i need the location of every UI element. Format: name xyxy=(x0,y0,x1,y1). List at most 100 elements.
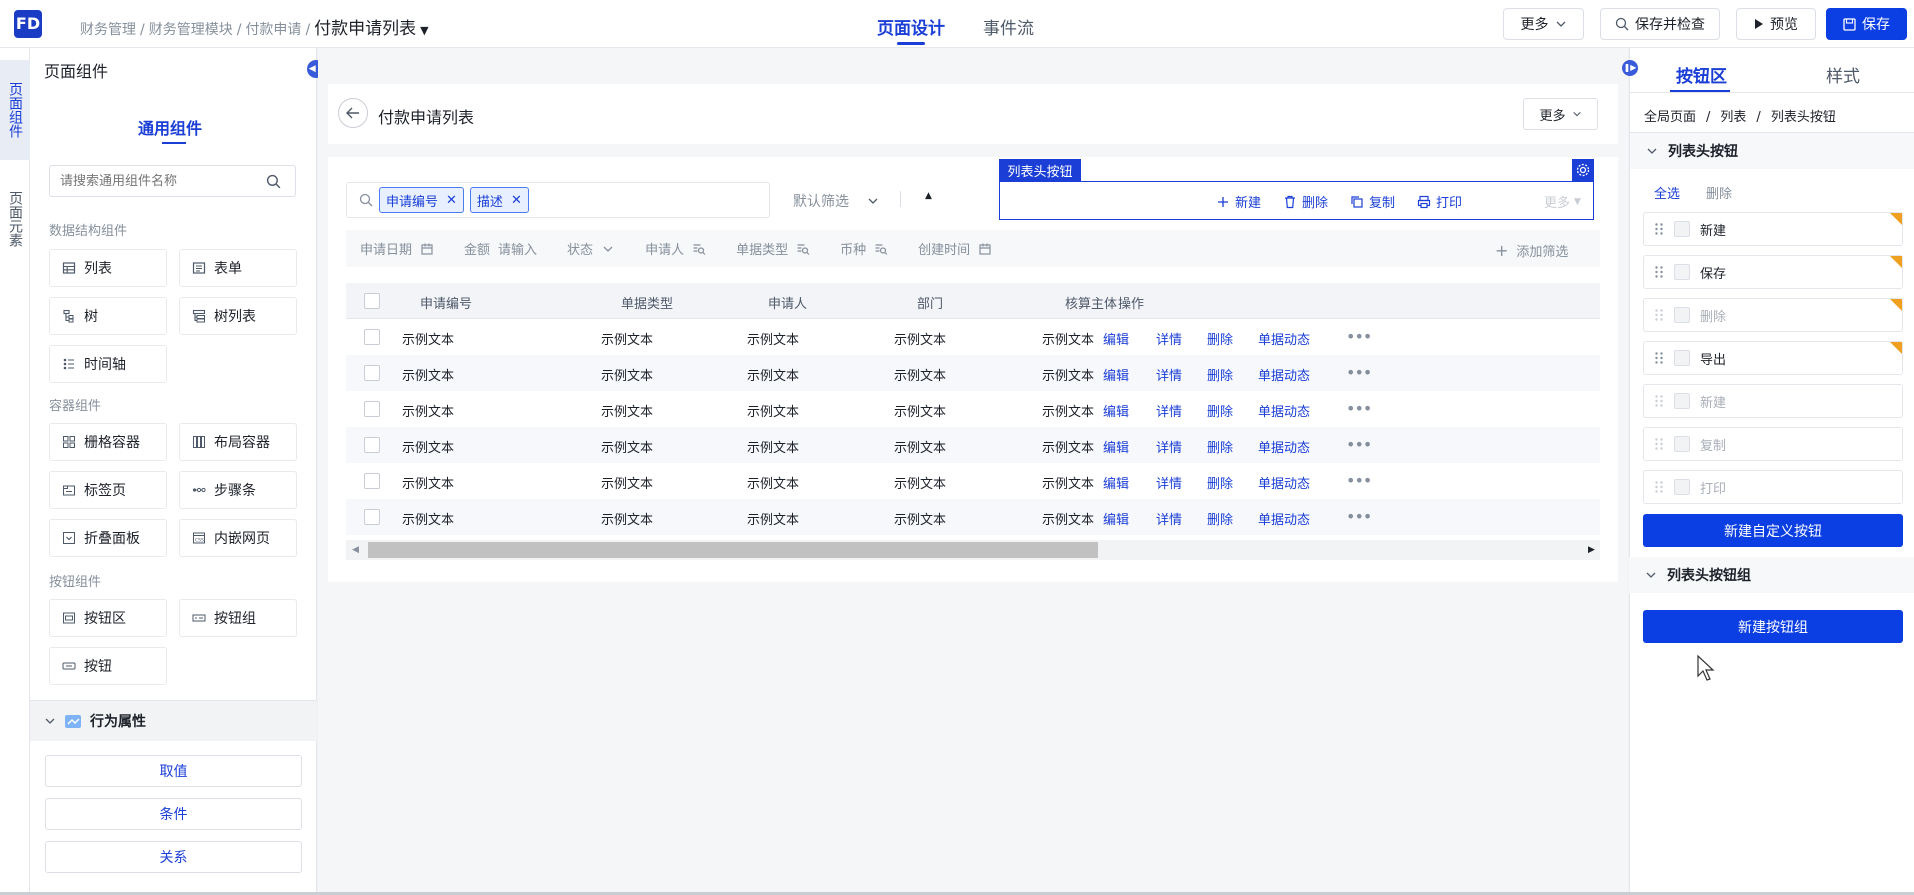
button-item[interactable]: 复制 xyxy=(1643,427,1903,461)
table-row[interactable]: 示例文本 示例文本 示例文本 示例文本 示例文本 编辑 详情 删除 单据动态 ••• xyxy=(346,463,1600,499)
drag-handle-icon[interactable] xyxy=(1654,394,1664,408)
row-checkbox[interactable] xyxy=(364,509,380,525)
behavior-section-header[interactable]: 行为属性 xyxy=(30,701,317,741)
default-filter-select[interactable]: 默认筛选 xyxy=(793,191,879,211)
row-action-link[interactable]: 删除 xyxy=(1207,509,1233,528)
condition-button[interactable]: 条件 xyxy=(45,798,302,830)
filter-field[interactable]: 创建时间 xyxy=(918,239,992,258)
drag-handle-icon[interactable] xyxy=(1654,351,1664,365)
component-collapse[interactable]: 折叠面板 xyxy=(49,519,167,557)
table-row[interactable]: 示例文本 示例文本 示例文本 示例文本 示例文本 编辑 详情 删除 单据动态 ••• xyxy=(346,427,1600,463)
breadcrumb-item[interactable]: 列表 xyxy=(1720,110,1746,125)
component-search-box[interactable] xyxy=(49,165,296,197)
tab-common-components[interactable]: 通用组件 xyxy=(138,115,202,139)
more-horizontal-icon[interactable]: ••• xyxy=(1346,435,1372,454)
button-item-checkbox[interactable] xyxy=(1674,350,1690,366)
close-icon[interactable]: ✕ xyxy=(511,193,522,208)
row-action-link[interactable]: 编辑 xyxy=(1103,329,1129,348)
row-action-link[interactable]: 详情 xyxy=(1156,437,1182,456)
row-action-link[interactable]: 编辑 xyxy=(1103,509,1129,528)
component-steps[interactable]: 步骤条 xyxy=(179,471,297,509)
component-tabs[interactable]: 标签页 xyxy=(49,471,167,509)
drag-handle-icon[interactable] xyxy=(1654,265,1664,279)
scrollbar-thumb[interactable] xyxy=(368,542,1098,558)
more-button[interactable]: 更多 xyxy=(1503,8,1584,40)
column-header[interactable]: 部门 xyxy=(917,293,943,312)
breadcrumb-item[interactable]: 财务管理模块 xyxy=(149,22,233,38)
column-header[interactable]: 申请编号 xyxy=(420,293,472,312)
button-item[interactable]: 保存 xyxy=(1643,255,1903,289)
row-checkbox[interactable] xyxy=(364,401,380,417)
button-item-checkbox[interactable] xyxy=(1674,479,1690,495)
row-checkbox[interactable] xyxy=(364,365,380,381)
row-action-link[interactable]: 详情 xyxy=(1156,365,1182,384)
row-checkbox[interactable] xyxy=(364,473,380,489)
drag-handle-icon[interactable] xyxy=(1654,437,1664,451)
page-more-button[interactable]: 更多 xyxy=(1523,98,1598,130)
column-header[interactable]: 操作 xyxy=(1118,293,1144,312)
breadcrumb-item[interactable]: 财务管理 xyxy=(80,22,136,38)
breadcrumb-item[interactable]: 全局页面 xyxy=(1644,110,1696,125)
filter-field[interactable]: 状态 xyxy=(567,239,615,258)
table-row[interactable]: 示例文本 示例文本 示例文本 示例文本 示例文本 编辑 详情 删除 单据动态 ••• xyxy=(346,391,1600,427)
button-item[interactable]: 打印 xyxy=(1643,470,1903,504)
component-search-input[interactable] xyxy=(60,172,260,190)
current-page-selector[interactable]: 付款申请列表 xyxy=(314,19,416,39)
button-item-checkbox[interactable] xyxy=(1674,307,1690,323)
new-custom-button[interactable]: 新建自定义按钮 xyxy=(1643,514,1903,547)
button-item-checkbox[interactable] xyxy=(1674,221,1690,237)
toolbar-button[interactable]: 打印 xyxy=(1417,192,1462,211)
button-group-header[interactable]: 列表头按钮组 xyxy=(1629,557,1914,593)
row-action-link[interactable]: 详情 xyxy=(1156,509,1182,528)
select-all-link[interactable]: 全选 xyxy=(1654,183,1680,202)
save-button[interactable]: 保存 xyxy=(1826,8,1907,40)
rail-tab-page-components[interactable]: 页面组件 xyxy=(0,60,30,160)
drag-handle-icon[interactable] xyxy=(1654,480,1664,494)
more-horizontal-icon[interactable]: ••• xyxy=(1346,399,1372,418)
more-horizontal-icon[interactable]: ••• xyxy=(1346,471,1372,490)
column-header[interactable]: 单据类型 xyxy=(621,293,673,312)
toolbar-button[interactable]: 删除 xyxy=(1283,192,1328,211)
row-action-link[interactable]: 删除 xyxy=(1207,437,1233,456)
component-tree[interactable]: 树 xyxy=(49,297,167,335)
new-button-group-button[interactable]: 新建按钮组 xyxy=(1643,610,1903,643)
breadcrumb-item[interactable]: 付款申请 xyxy=(245,22,301,38)
component-tree-list[interactable]: 树列表 xyxy=(179,297,297,335)
row-checkbox[interactable] xyxy=(364,329,380,345)
tab-page-design[interactable]: 页面设计 xyxy=(877,14,945,39)
component-button-group[interactable]: 按钮组 xyxy=(179,599,297,637)
row-action-link[interactable]: 删除 xyxy=(1207,329,1233,348)
button-item[interactable]: 删除 xyxy=(1643,298,1903,332)
button-item-checkbox[interactable] xyxy=(1674,436,1690,452)
tab-event-flow[interactable]: 事件流 xyxy=(983,14,1034,39)
filter-field[interactable]: 单据类型 xyxy=(736,239,810,258)
breadcrumb-item[interactable]: 列表头按钮 xyxy=(1771,110,1836,125)
add-filter-button[interactable]: + 添加筛选 xyxy=(1495,241,1568,260)
row-checkbox[interactable] xyxy=(364,437,380,453)
rail-tab-page-elements[interactable]: 页面元素 xyxy=(0,174,30,264)
table-row[interactable]: 示例文本 示例文本 示例文本 示例文本 示例文本 编辑 详情 删除 单据动态 ••• xyxy=(346,499,1600,535)
toolbar-button[interactable]: 新建 xyxy=(1216,192,1261,211)
button-group-header[interactable]: 列表头按钮 xyxy=(1630,133,1914,169)
component-button-area[interactable]: 按钮区 xyxy=(49,599,167,637)
relation-button[interactable]: 关系 xyxy=(45,841,302,873)
list-search-box[interactable]: 申请编号 ✕ 描述 ✕ xyxy=(346,182,770,218)
row-action-link[interactable]: 单据动态 xyxy=(1258,401,1310,420)
tab-button-area[interactable]: 按钮区 xyxy=(1676,62,1727,87)
button-item-checkbox[interactable] xyxy=(1674,393,1690,409)
search-tag[interactable]: 申请编号 ✕ xyxy=(379,187,464,213)
component-button[interactable]: 按钮 xyxy=(49,647,167,685)
row-action-link[interactable]: 删除 xyxy=(1207,401,1233,420)
row-action-link[interactable]: 单据动态 xyxy=(1258,329,1310,348)
row-action-link[interactable]: 详情 xyxy=(1156,473,1182,492)
tab-style[interactable]: 样式 xyxy=(1826,62,1860,87)
scroll-left-icon[interactable]: ◀ xyxy=(352,545,359,555)
filter-field[interactable]: 申请人 xyxy=(645,239,706,258)
search-icon[interactable] xyxy=(266,174,281,189)
horizontal-scrollbar[interactable]: ◀ ▶ xyxy=(346,540,1600,560)
close-icon[interactable]: ✕ xyxy=(446,193,457,208)
filter-input[interactable]: 请输入 xyxy=(498,239,537,258)
toolbar-more-button[interactable]: 更多 ▼ xyxy=(1544,192,1581,211)
component-layout[interactable]: 布局容器 xyxy=(179,423,297,461)
more-horizontal-icon[interactable]: ••• xyxy=(1346,507,1372,526)
